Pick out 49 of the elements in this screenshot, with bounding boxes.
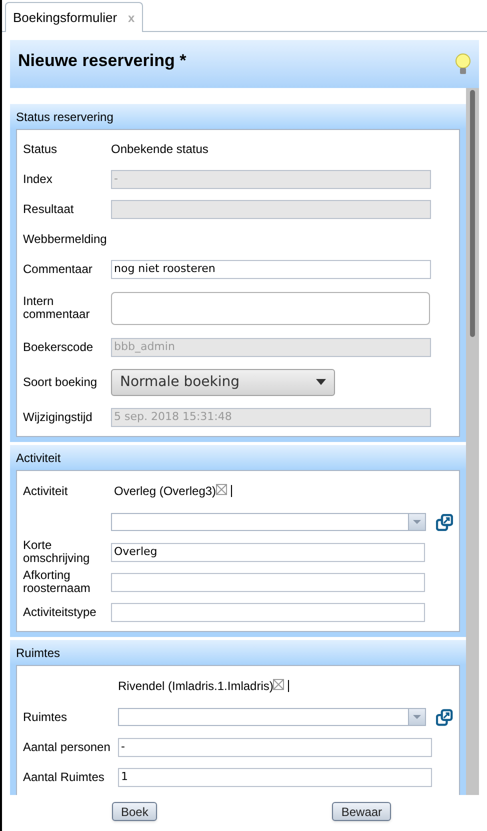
tab[interactable]: Boekingsformulier x bbox=[5, 2, 143, 32]
caret-icon bbox=[316, 379, 326, 385]
field-label: Activiteit bbox=[23, 484, 68, 498]
text-cursor bbox=[231, 485, 232, 497]
combo-box[interactable] bbox=[111, 513, 426, 531]
dropdown-button[interactable] bbox=[408, 709, 426, 725]
field-label: Afkorting roosternaam bbox=[23, 568, 90, 595]
section-title: Ruimtes bbox=[16, 644, 60, 662]
text-field[interactable]: 1 bbox=[118, 768, 432, 786]
lightbulb-icon bbox=[455, 53, 471, 77]
field-label: Boekerscode bbox=[23, 340, 94, 354]
field-label: Index bbox=[23, 172, 52, 186]
action-button[interactable]: Boek bbox=[112, 802, 158, 821]
field-label: Ruimtes bbox=[23, 710, 68, 724]
dropdown-button[interactable] bbox=[408, 514, 426, 530]
section-title: Activiteit bbox=[16, 450, 61, 466]
field-label: Activiteitstype bbox=[23, 604, 96, 618]
field-label: Status bbox=[23, 142, 58, 156]
section-title: Status reservering bbox=[16, 108, 114, 126]
text-cursor bbox=[288, 680, 290, 692]
field-label: Webbermelding bbox=[23, 232, 107, 246]
text-field[interactable]: nog niet roosteren bbox=[111, 260, 431, 278]
status-value: Onbekende status bbox=[111, 141, 208, 158]
open-popup-icon[interactable] bbox=[436, 514, 453, 530]
field-label: Aantal Ruimtes bbox=[23, 770, 104, 784]
field-label: Intern commentaar bbox=[23, 294, 90, 321]
text-field[interactable]: - bbox=[118, 738, 432, 756]
text-field[interactable]: Overleg bbox=[111, 542, 425, 562]
combo-box[interactable] bbox=[118, 708, 426, 726]
caret-icon bbox=[413, 715, 422, 719]
field-label: Korte omschrijving bbox=[23, 538, 90, 565]
action-button[interactable]: Bewaar bbox=[332, 802, 392, 821]
page-title: Nieuwe reservering * bbox=[18, 50, 186, 72]
open-popup-icon[interactable] bbox=[436, 708, 453, 726]
text-area[interactable] bbox=[111, 292, 430, 324]
field-label: Aantal personen bbox=[23, 740, 110, 754]
field-label: Resultaat bbox=[23, 202, 74, 216]
field-label: Soort boeking bbox=[23, 374, 98, 388]
selected-item: Rivendel (Imladris.1.Imladris) bbox=[118, 678, 274, 695]
selected-item: Overleg (Overleg3) bbox=[114, 483, 216, 500]
remove-icon[interactable] bbox=[273, 679, 284, 690]
field-label: Commentaar bbox=[23, 262, 92, 276]
field-label: Wijzigingstijd bbox=[23, 410, 92, 424]
text-field[interactable] bbox=[111, 602, 425, 622]
caret-icon bbox=[413, 520, 422, 524]
remove-icon[interactable] bbox=[216, 484, 228, 495]
booking-type-dropdown[interactable]: Normale boeking bbox=[111, 368, 335, 396]
text-field[interactable] bbox=[111, 572, 425, 592]
scrollbar-thumb[interactable] bbox=[470, 90, 475, 337]
